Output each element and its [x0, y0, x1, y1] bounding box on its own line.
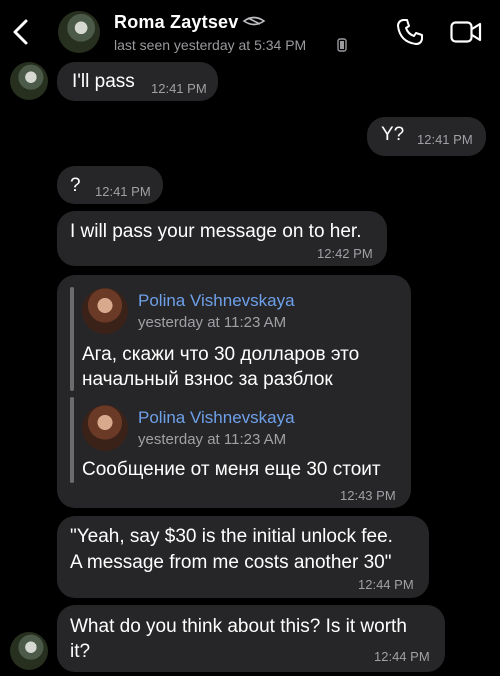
message-text-line: "Yeah, say $30 is the initial unlock fee… [70, 526, 393, 547]
message-time: 12:44 PM [358, 577, 414, 592]
contact-badge-icon [242, 16, 266, 26]
quote-bar [70, 397, 74, 483]
quoted-text-line: Сообщение от меня еще 30 стоит [82, 459, 381, 480]
message-text-line: it? [70, 641, 91, 662]
quoted-author-name[interactable]: Polina Vishnevskaya [138, 408, 295, 428]
quoted-time: yesterday at 11:23 AM [138, 431, 287, 448]
message-time: 12:41 PM [417, 132, 473, 147]
quoted-author-avatar[interactable] [82, 288, 128, 334]
message-time: 12:44 PM [374, 649, 430, 664]
phone-device-icon [337, 38, 347, 52]
contact-avatar[interactable] [58, 11, 100, 53]
quoted-text-line: начальный взнос за разблок [82, 369, 333, 390]
message-text-line: What do you think about this? Is it wort… [70, 616, 407, 637]
voice-call-icon[interactable] [396, 18, 424, 46]
quote-bar [70, 287, 74, 391]
message-text: I'll pass [72, 71, 135, 92]
quoted-text-line: Ага, скажи что 30 долларов это [82, 344, 360, 365]
back-arrow-icon[interactable] [10, 18, 32, 46]
message-text: Y? [381, 124, 405, 145]
quoted-time: yesterday at 11:23 AM [138, 314, 287, 331]
message-time: 12:41 PM [95, 184, 151, 199]
chat-header: Roma Zaytsev last seen yesterday at 5:34… [0, 0, 500, 60]
message-time: 12:42 PM [317, 246, 373, 261]
quoted-author-avatar[interactable] [82, 405, 128, 451]
message-text: ? [70, 175, 81, 196]
sender-avatar[interactable] [10, 62, 48, 100]
message-time: 12:43 PM [340, 488, 396, 503]
message-text: I will pass your message on to her. [70, 221, 362, 242]
sender-avatar[interactable] [10, 632, 48, 670]
quoted-author-name[interactable]: Polina Vishnevskaya [138, 291, 295, 311]
last-seen-status: last seen yesterday at 5:34 PM [114, 37, 307, 53]
video-call-icon[interactable] [450, 21, 482, 43]
contact-name[interactable]: Roma Zaytsev [114, 12, 238, 33]
message-text-line: A message from me costs another 30" [70, 552, 392, 573]
message-time: 12:41 PM [151, 81, 207, 96]
